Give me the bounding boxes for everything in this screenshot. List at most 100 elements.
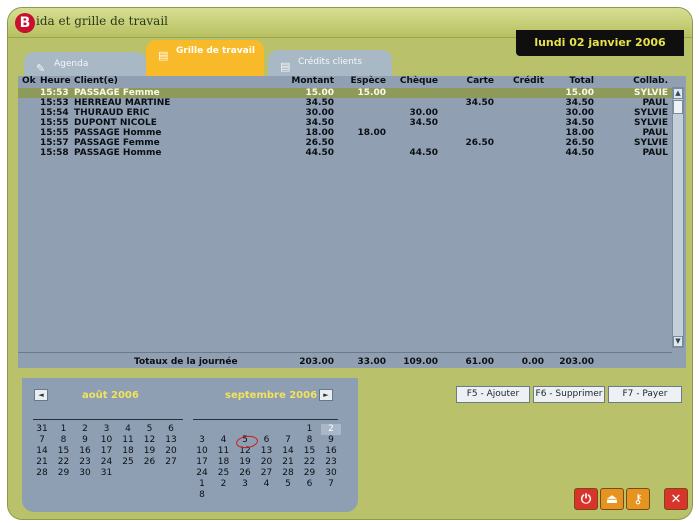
calendar-day[interactable]: 17 [97,446,117,457]
calendar-day[interactable]: 8 [192,490,212,501]
calendar-day[interactable]: 13 [257,446,277,457]
calendar-day[interactable]: 5 [140,424,160,435]
calendar-day[interactable]: 26 [140,457,160,468]
calendar-day[interactable]: 27 [257,468,277,479]
calendar-day[interactable]: 18 [214,457,234,468]
calendar-day[interactable]: 3 [97,424,117,435]
calendar-day[interactable]: 6 [161,424,181,435]
calendar-day[interactable]: 29 [54,468,74,479]
calendar-day[interactable]: 26 [235,468,255,479]
next-month-icon[interactable]: ► [319,389,333,401]
calendar-day[interactable]: 31 [97,468,117,479]
calendar-day[interactable]: 28 [278,468,298,479]
calendar-day[interactable]: 9 [75,435,95,446]
calendar-day[interactable]: 30 [75,468,95,479]
header-heure[interactable]: Heure [40,76,71,86]
calendar-day[interactable]: 7 [32,435,52,446]
table-row[interactable]: 15:53 HERREAU MARTINE 34.50 34.50 34.50 … [18,98,676,108]
add-button[interactable]: F5 - Ajouter [456,386,530,403]
calendar-day[interactable]: 25 [118,457,138,468]
calendar-day[interactable]: 16 [75,446,95,457]
pay-button[interactable]: F7 - Payer [608,386,682,403]
calendar-day[interactable]: 18 [118,446,138,457]
calendar-day[interactable]: 20 [257,457,277,468]
calendar-day[interactable]: 16 [321,446,341,457]
header-client[interactable]: Client(e) [74,76,118,86]
header-cheque[interactable]: Chèque [396,76,438,86]
calendar-day[interactable]: 13 [161,435,181,446]
calendar-day[interactable]: 11 [214,446,234,457]
calendar-day[interactable]: 1 [192,479,212,490]
delete-button[interactable]: F6 - Supprimer [533,386,605,403]
header-ok[interactable]: Ok [22,76,36,86]
calendar-day[interactable]: 4 [257,479,277,490]
calendar-day[interactable]: 12 [140,435,160,446]
calendar-day[interactable]: 6 [257,435,277,446]
tab-credits-clients[interactable]: ▤ Crédits clients [268,50,392,76]
header-carte[interactable]: Carte [454,76,494,86]
calendar-day[interactable]: 22 [54,457,74,468]
calendar-day[interactable]: 15 [54,446,74,457]
calendar-day[interactable]: 2 [75,424,95,435]
calendar-day[interactable]: 21 [278,457,298,468]
calendar-day[interactable]: 10 [192,446,212,457]
calendar-day[interactable]: 22 [300,457,320,468]
table-row[interactable]: 15:55 DUPONT NICOLE 34.50 34.50 34.50 SY… [18,118,676,128]
table-row[interactable]: 15:57 PASSAGE Femme 26.50 26.50 26.50 SY… [18,138,676,148]
calendar-day[interactable]: 17 [192,457,212,468]
calendar-day[interactable]: 8 [300,435,320,446]
header-credit[interactable]: Crédit [504,76,544,86]
calendar-day[interactable]: 3 [192,435,212,446]
calendar-day[interactable]: 3 [235,479,255,490]
eject-icon[interactable]: ⏏ [600,488,624,510]
table-row[interactable]: 15:55 PASSAGE Homme 18.00 18.00 18.00 PA… [18,128,676,138]
calendar-day[interactable]: 15 [300,446,320,457]
calendar-day[interactable]: 30 [321,468,341,479]
calendar-day[interactable]: 2 [321,424,341,435]
calendar-day[interactable]: 21 [32,457,52,468]
calendar-day[interactable]: 14 [32,446,52,457]
calendar-day[interactable]: 19 [140,446,160,457]
table-row[interactable]: 15:53 PASSAGE Femme 15.00 15.00 15.00 SY… [18,88,676,98]
calendar-day[interactable]: 5 [278,479,298,490]
header-montant[interactable]: Montant [288,76,334,86]
close-icon[interactable]: ✕ [664,488,688,510]
table-row[interactable]: 15:58 PASSAGE Homme 44.50 44.50 44.50 PA… [18,148,676,158]
calendar-day[interactable]: 14 [278,446,298,457]
table-row[interactable]: 15:54 THURAUD ERIC 30.00 30.00 30.00 SYL… [18,108,676,118]
scroll-up-icon[interactable]: ▲ [673,88,683,99]
calendar-day[interactable]: 11 [118,435,138,446]
calendar-day[interactable]: 4 [214,435,234,446]
scroll-thumb[interactable] [673,100,683,114]
calendar-day[interactable]: 23 [321,457,341,468]
calendar-day[interactable]: 20 [161,446,181,457]
calendar-day[interactable]: 7 [278,435,298,446]
calendar-day[interactable]: 31 [32,424,52,435]
scroll-down-icon[interactable]: ▼ [673,336,683,347]
calendar-day[interactable]: 24 [192,468,212,479]
calendar-day[interactable]: 1 [300,424,320,435]
power-icon[interactable]: ⏻ [574,488,598,510]
header-total[interactable]: Total [548,76,594,86]
calendar-day[interactable]: 2 [214,479,234,490]
tab-grille-de-travail[interactable]: ▤ Grille de travail [146,40,264,78]
calendar-day[interactable]: 1 [54,424,74,435]
calendar-day[interactable]: 10 [97,435,117,446]
key-icon[interactable]: ⚷ [626,488,650,510]
tab-agenda[interactable]: ✎ Agenda [24,52,146,78]
calendar-day[interactable]: 6 [300,479,320,490]
calendar-day[interactable]: 8 [54,435,74,446]
calendar-day[interactable]: 25 [214,468,234,479]
calendar-day[interactable]: 7 [321,479,341,490]
calendar-day[interactable]: 19 [235,457,255,468]
calendar-day[interactable]: 23 [75,457,95,468]
calendar-day[interactable]: 9 [321,435,341,446]
calendar-day[interactable]: 27 [161,457,181,468]
calendar-day[interactable]: 4 [118,424,138,435]
calendar-day[interactable]: 28 [32,468,52,479]
header-collab[interactable]: Collab. [616,76,668,86]
header-espece[interactable]: Espèce [344,76,387,86]
calendar-day[interactable]: 29 [300,468,320,479]
grid-scrollbar[interactable]: ▲ ▼ [672,87,684,348]
prev-month-icon[interactable]: ◄ [34,389,48,401]
